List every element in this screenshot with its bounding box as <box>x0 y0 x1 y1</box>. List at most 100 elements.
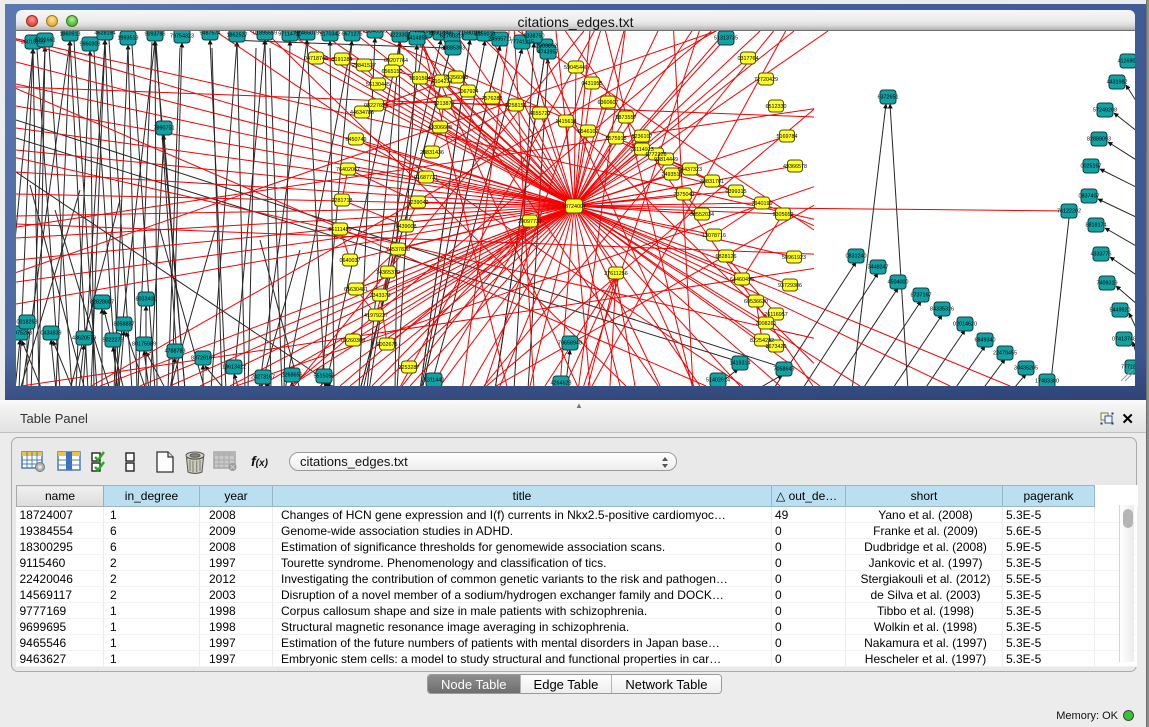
svg-text:60207764: 60207764 <box>384 58 408 64</box>
svg-text:4655721: 4655721 <box>530 111 551 117</box>
svg-text:17483380: 17483380 <box>1035 379 1059 385</box>
svg-text:4628194: 4628194 <box>95 31 116 37</box>
svg-text:2008261: 2008261 <box>756 321 777 327</box>
svg-text:1860913: 1860913 <box>60 32 81 38</box>
svg-text:5169784: 5169784 <box>777 134 798 140</box>
svg-text:08227654: 08227654 <box>364 103 388 109</box>
svg-text:4126906: 4126906 <box>1118 59 1136 65</box>
svg-text:9960308: 9960308 <box>80 42 101 48</box>
svg-text:70658948: 70658948 <box>558 341 582 347</box>
svg-text:28831436: 28831436 <box>420 150 444 156</box>
svg-text:13613412: 13613412 <box>222 365 246 371</box>
svg-text:79754323: 79754323 <box>170 34 194 40</box>
svg-text:2281718: 2281718 <box>332 198 353 204</box>
svg-text:0239042: 0239042 <box>408 200 429 206</box>
svg-text:0434839: 0434839 <box>41 331 62 337</box>
svg-text:65630481: 65630481 <box>344 287 368 293</box>
svg-text:4743957: 4743957 <box>538 50 559 56</box>
svg-text:14365370: 14365370 <box>376 270 400 276</box>
svg-text:60536630: 60536630 <box>744 299 768 305</box>
svg-text:22470455: 22470455 <box>993 351 1017 357</box>
svg-text:0399315: 0399315 <box>726 189 747 195</box>
svg-text:26116957: 26116957 <box>764 312 788 318</box>
svg-text:0837407: 0837407 <box>1079 194 1100 200</box>
svg-text:6565150: 6565150 <box>382 69 403 75</box>
svg-text:0025167: 0025167 <box>1081 164 1102 170</box>
svg-text:1415618: 1415618 <box>556 119 577 125</box>
svg-text:3191284: 3191284 <box>332 57 353 63</box>
svg-text:6671276: 6671276 <box>342 32 363 38</box>
svg-text:7576283: 7576283 <box>482 96 503 102</box>
svg-text:07413748: 07413748 <box>1112 337 1135 343</box>
svg-text:6450749: 6450749 <box>346 137 367 143</box>
svg-text:0018263: 0018263 <box>17 320 38 326</box>
svg-text:3268656: 3268656 <box>282 373 303 379</box>
svg-text:29841537: 29841537 <box>352 63 376 69</box>
svg-text:7058649: 7058649 <box>774 367 795 373</box>
svg-text:49366578: 49366578 <box>783 164 807 170</box>
svg-text:57249208: 57249208 <box>1093 108 1117 114</box>
svg-text:6439008: 6439008 <box>396 224 417 230</box>
svg-text:97465075: 97465075 <box>295 31 319 37</box>
svg-text:3448347: 3448347 <box>868 265 889 271</box>
svg-text:6372651: 6372651 <box>878 95 899 101</box>
svg-text:64460495: 64460495 <box>730 277 754 283</box>
svg-text:7990751: 7990751 <box>154 126 175 132</box>
svg-text:04718746: 04718746 <box>304 56 328 62</box>
svg-text:5873557: 5873557 <box>616 115 637 121</box>
svg-text:26846563: 26846563 <box>363 31 387 35</box>
svg-text:9093786: 9093786 <box>145 32 166 38</box>
svg-text:0431955: 0431955 <box>582 81 603 87</box>
svg-text:86111489: 86111489 <box>328 227 351 233</box>
svg-text:6236107: 6236107 <box>632 134 653 140</box>
svg-text:7940199: 7940199 <box>752 201 773 207</box>
svg-text:0640037: 0640037 <box>340 258 361 264</box>
svg-text:1258153: 1258153 <box>506 103 527 109</box>
svg-text:9305652: 9305652 <box>773 212 794 218</box>
svg-text:80175989: 80175989 <box>132 342 156 348</box>
svg-text:82828807: 82828807 <box>90 300 114 306</box>
svg-text:50961923: 50961923 <box>782 255 806 261</box>
svg-text:1253287: 1253287 <box>399 365 420 371</box>
svg-text:9170342: 9170342 <box>320 32 341 38</box>
svg-text:8737167: 8737167 <box>911 293 932 299</box>
svg-text:18724007: 18724007 <box>562 204 586 210</box>
svg-text:6691564: 6691564 <box>410 76 431 82</box>
svg-text:7343373: 7343373 <box>370 293 391 299</box>
svg-text:41979237: 41979237 <box>364 313 388 319</box>
svg-text:9487574: 9487574 <box>200 31 221 37</box>
svg-text:4788783: 4788783 <box>165 349 186 355</box>
svg-text:1419314: 1419314 <box>730 361 751 367</box>
svg-text:8033401: 8033401 <box>136 297 157 303</box>
svg-text:76402067: 76402067 <box>336 167 360 173</box>
svg-text:82889093: 82889093 <box>1087 137 1111 143</box>
svg-text:4504000: 4504000 <box>888 280 909 286</box>
svg-text:6849340: 6849340 <box>975 338 996 344</box>
svg-text:6002675: 6002675 <box>377 342 398 348</box>
svg-text:84335326: 84335326 <box>930 307 954 313</box>
svg-text:74537838: 74537838 <box>386 247 410 253</box>
svg-text:9022279: 9022279 <box>103 338 124 344</box>
svg-text:48620579: 48620579 <box>72 336 96 342</box>
svg-text:5515058: 5515058 <box>314 374 335 380</box>
svg-text:1311440: 1311440 <box>424 378 445 384</box>
svg-text:29975288: 29975288 <box>16 331 32 337</box>
svg-text:83726167: 83726167 <box>191 356 215 362</box>
svg-text:38831701: 38831701 <box>700 179 724 185</box>
svg-text:51402614: 51402614 <box>706 378 730 384</box>
svg-text:77741215: 77741215 <box>510 40 534 46</box>
svg-text:27611256: 27611256 <box>604 271 628 277</box>
svg-text:24595711: 24595711 <box>488 37 512 43</box>
svg-text:30435205: 30435205 <box>1014 366 1038 372</box>
svg-text:59045440: 59045440 <box>564 65 588 71</box>
svg-text:93814449: 93814449 <box>654 157 678 163</box>
svg-text:93729306: 93729306 <box>778 283 802 289</box>
svg-text:72720429: 72720429 <box>754 77 778 83</box>
svg-text:8301661: 8301661 <box>35 38 56 44</box>
svg-text:2493516: 2493516 <box>662 172 683 178</box>
svg-text:2213878: 2213878 <box>434 101 455 107</box>
svg-text:24273167: 24273167 <box>251 375 275 381</box>
svg-text:30552034: 30552034 <box>690 212 714 218</box>
svg-text:0831240: 0831240 <box>846 254 867 260</box>
svg-text:4333776: 4333776 <box>1091 252 1112 258</box>
